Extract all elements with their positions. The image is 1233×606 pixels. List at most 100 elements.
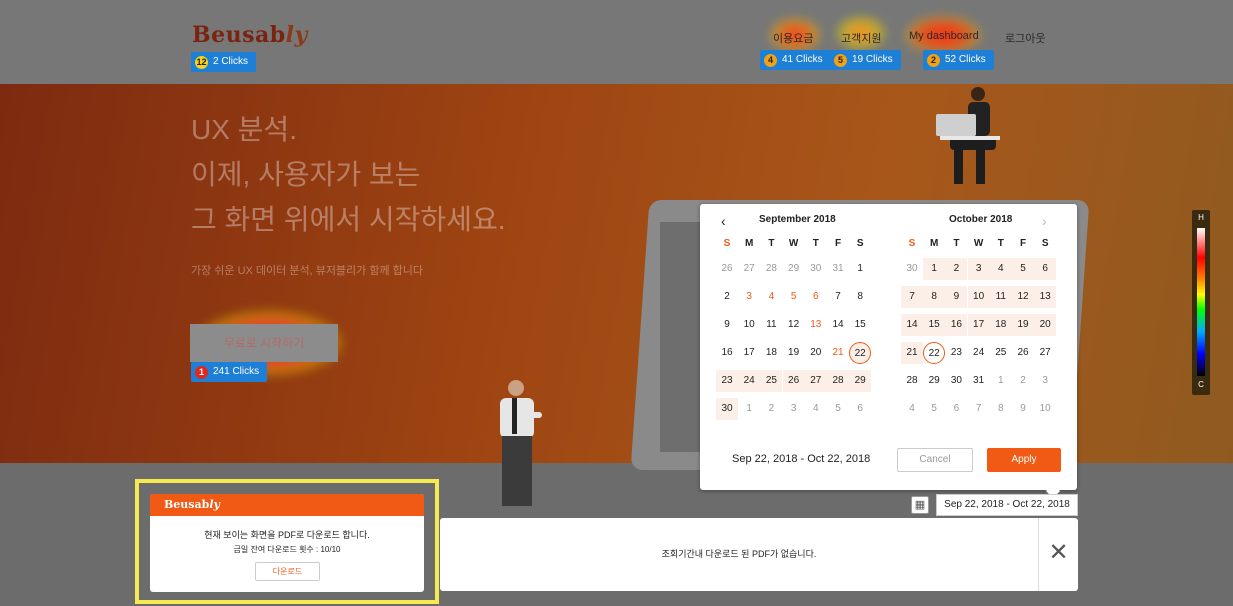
calendar-day[interactable]: 5 [827, 398, 849, 420]
calendar-day[interactable]: 29 [849, 370, 872, 392]
nav-support[interactable]: 고객지원 [841, 30, 881, 46]
calendar-day[interactable]: 23 [945, 342, 967, 364]
calendar-day[interactable]: 31 [827, 258, 849, 280]
calendar-day[interactable]: 14 [827, 314, 849, 336]
calendar-day[interactable]: 15 [849, 314, 871, 336]
next-month-icon[interactable]: › [1042, 214, 1047, 228]
calendar-icon[interactable]: ▦ [911, 496, 929, 514]
calendar-day[interactable]: 20 [1034, 314, 1057, 336]
calendar-day[interactable]: 7 [827, 286, 849, 308]
calendar-day[interactable]: 30 [945, 370, 967, 392]
prev-month-icon[interactable]: ‹ [721, 214, 726, 228]
calendar-day[interactable]: 10 [967, 286, 990, 308]
calendar-day[interactable]: 4 [901, 398, 923, 420]
download-button[interactable]: 다운로드 [255, 562, 320, 581]
calendar-day[interactable]: 13 [805, 314, 827, 336]
calendar-day[interactable]: 6 [1034, 258, 1057, 280]
calendar-day[interactable]: 12 [1012, 286, 1034, 308]
calendar-day[interactable]: 30 [716, 398, 738, 420]
calendar-day[interactable]: 4 [805, 398, 827, 420]
calendar-day[interactable]: 26 [782, 370, 805, 392]
calendar-day[interactable]: 17 [738, 342, 760, 364]
calendar-day[interactable]: 29 [783, 258, 805, 280]
calendar-day[interactable]: 3 [738, 286, 760, 308]
calendar-day[interactable]: 26 [716, 258, 738, 280]
calendar-day[interactable]: 5 [783, 286, 805, 308]
calendar-day[interactable]: 21 [901, 342, 923, 364]
calendar-day[interactable]: 30 [901, 258, 923, 280]
calendar-day[interactable]: 4 [989, 258, 1012, 280]
calendar-day[interactable]: 24 [738, 370, 761, 392]
calendar-day[interactable]: 29 [923, 370, 945, 392]
calendar-day[interactable]: 19 [783, 342, 805, 364]
calendar-day[interactable]: 25 [760, 370, 783, 392]
calendar-day[interactable]: 28 [827, 370, 849, 392]
close-icon[interactable]: ✕ [1038, 518, 1078, 591]
calendar-day[interactable]: 1 [990, 370, 1012, 392]
nav-logout[interactable]: 로그아웃 [1005, 30, 1045, 46]
calendar-day[interactable]: 31 [968, 370, 990, 392]
calendar-day[interactable]: 2 [1012, 370, 1034, 392]
date-range-field[interactable]: Sep 22, 2018 - Oct 22, 2018 [936, 494, 1078, 516]
calendar-day[interactable]: 3 [1034, 370, 1056, 392]
calendar-day[interactable]: 22 [923, 342, 946, 364]
calendar-day[interactable]: 22 [849, 342, 872, 364]
calendar-day[interactable]: 16 [716, 342, 738, 364]
weekday-label: S [908, 238, 916, 249]
calendar-day[interactable]: 7 [901, 286, 923, 308]
calendar-day[interactable]: 2 [945, 258, 968, 280]
calendar-day[interactable]: 6 [805, 286, 827, 308]
calendar-day[interactable]: 5 [1012, 258, 1034, 280]
calendar-day[interactable]: 20 [805, 342, 827, 364]
calendar-day[interactable]: 28 [760, 258, 782, 280]
calendar-day[interactable]: 2 [716, 286, 738, 308]
calendar-day[interactable]: 10 [738, 314, 760, 336]
calendar-day[interactable]: 19 [1012, 314, 1034, 336]
calendar-day[interactable]: 18 [760, 342, 782, 364]
calendar-day[interactable]: 14 [901, 314, 923, 336]
calendar-day[interactable]: 21 [827, 342, 849, 364]
calendar-day[interactable]: 6 [945, 398, 967, 420]
calendar-day[interactable]: 7 [968, 398, 990, 420]
site-logo[interactable]: Beusably [192, 22, 308, 48]
calendar-day[interactable]: 8 [923, 286, 946, 308]
calendar-day[interactable]: 16 [945, 314, 968, 336]
calendar-day[interactable]: 8 [849, 286, 871, 308]
calendar-day[interactable]: 18 [989, 314, 1012, 336]
calendar-day[interactable]: 1 [849, 258, 871, 280]
cancel-button[interactable]: Cancel [897, 448, 973, 472]
calendar-day[interactable]: 9 [945, 286, 968, 308]
calendar-day[interactable]: 9 [716, 314, 738, 336]
calendar-day[interactable]: 27 [1034, 342, 1056, 364]
calendar-day[interactable]: 27 [738, 258, 760, 280]
calendar-day[interactable]: 13 [1034, 286, 1057, 308]
calendar-day[interactable]: 3 [783, 398, 805, 420]
calendar-day[interactable]: 10 [1034, 398, 1056, 420]
nav-pricing[interactable]: 이용요금 [773, 30, 813, 46]
calendar-day[interactable]: 11 [989, 286, 1012, 308]
apply-button[interactable]: Apply [987, 448, 1061, 472]
calendar-day[interactable]: 30 [805, 258, 827, 280]
calendar-day[interactable]: 26 [1012, 342, 1034, 364]
calendar-day[interactable]: 12 [783, 314, 805, 336]
calendar-day[interactable]: 28 [901, 370, 923, 392]
calendar-day[interactable]: 17 [967, 314, 990, 336]
start-free-button[interactable]: 무료로 시작하기 [190, 324, 338, 362]
calendar-day[interactable]: 4 [760, 286, 782, 308]
calendar-day[interactable]: 6 [849, 398, 871, 420]
calendar-day[interactable]: 25 [990, 342, 1012, 364]
calendar-day[interactable]: 9 [1012, 398, 1034, 420]
calendar-day[interactable]: 3 [967, 258, 990, 280]
calendar-day[interactable]: 8 [990, 398, 1012, 420]
calendar-day[interactable]: 24 [968, 342, 990, 364]
calendar-day[interactable]: 5 [923, 398, 945, 420]
calendar-day[interactable]: 1 [738, 398, 760, 420]
calendar-day[interactable]: 11 [760, 314, 782, 336]
weekday-label: F [834, 238, 842, 249]
calendar-day[interactable]: 2 [760, 398, 782, 420]
calendar-day[interactable]: 23 [716, 370, 738, 392]
calendar-day[interactable]: 1 [923, 258, 946, 280]
nav-my-dashboard[interactable]: My dashboard [909, 30, 979, 42]
calendar-day[interactable]: 15 [923, 314, 946, 336]
calendar-day[interactable]: 27 [804, 370, 827, 392]
